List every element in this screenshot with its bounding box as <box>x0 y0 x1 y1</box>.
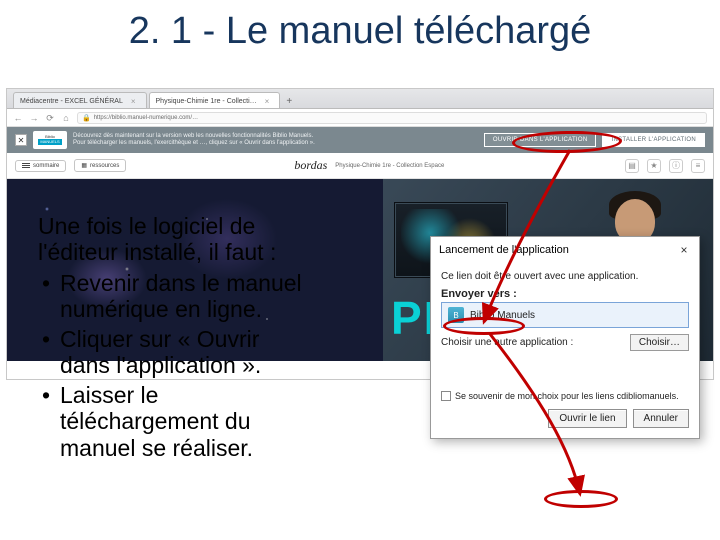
launch-app-dialog: Lancement de l'application × Ce lien doi… <box>430 236 700 439</box>
tab-label: Physique-Chimie 1re - Collecti… <box>156 98 257 105</box>
ressources-button[interactable]: ▦ ressources <box>74 159 126 172</box>
slide: 2. 1 - Le manuel téléchargé Médiacentre … <box>0 0 720 540</box>
app-option-biblio[interactable]: B Biblio Manuels <box>441 302 689 328</box>
bullet-item: Laisser le téléchargement du manuel se r… <box>38 382 398 461</box>
publisher-title: bordas <box>294 158 327 173</box>
choose-button[interactable]: Choisir… <box>630 334 689 351</box>
new-tab-button[interactable]: + <box>282 94 296 108</box>
app-name: Biblio Manuels <box>470 310 535 321</box>
dialog-close-button[interactable]: × <box>677 243 691 257</box>
dialog-title: Lancement de l'application <box>439 244 569 256</box>
forward-icon[interactable]: → <box>29 113 39 123</box>
url-field[interactable]: 🔒 https://biblio.manuel-numerique.com/… <box>77 112 707 124</box>
tab-strip: Médiacentre - EXCEL GÉNÉRAL × Physique-C… <box>7 89 713 109</box>
dialog-text: Ce lien doit être ouvert avec une applic… <box>441 271 689 282</box>
browser-tab[interactable]: Physique-Chimie 1re - Collecti… × <box>149 92 281 108</box>
hamburger-icon <box>22 163 30 168</box>
bookmark-icon[interactable]: ★ <box>647 159 661 173</box>
cancel-button[interactable]: Annuler <box>633 409 689 428</box>
menu-icon[interactable]: ≡ <box>691 159 705 173</box>
annotation-oval <box>544 490 618 508</box>
publisher-logo: bordas <box>294 158 327 173</box>
send-to-label: Envoyer vers : <box>441 288 689 300</box>
text-line: l'éditeur installé, il faut : <box>38 239 398 265</box>
url-text: https://biblio.manuel-numerique.com/… <box>94 115 198 121</box>
choose-other-label: Choisir une autre application : <box>441 337 573 348</box>
open-in-app-button[interactable]: OUVRIR DANS L'APPLICATION <box>484 133 597 147</box>
remember-checkbox[interactable] <box>441 391 451 401</box>
toc-icon[interactable]: ▤ <box>625 159 639 173</box>
app-icon: B <box>448 307 464 323</box>
open-link-button[interactable]: Ouvrir le lien <box>548 409 626 428</box>
close-icon[interactable]: × <box>131 97 136 106</box>
info-icon[interactable]: ⓘ <box>669 159 683 173</box>
bullet-item: Revenir dans le manuel numérique en lign… <box>38 270 398 323</box>
banner-text: Découvrez dès maintenant sur la version … <box>73 133 478 147</box>
instruction-text: Une fois le logiciel de l'éditeur instal… <box>38 213 398 464</box>
lock-icon: 🔒 <box>82 114 91 122</box>
tab-label: Médiacentre - EXCEL GÉNÉRAL <box>20 98 123 105</box>
biblio-logo: BiblioMANUELS <box>33 131 67 149</box>
text-line: Une fois le logiciel de <box>38 213 398 239</box>
bullet-item: Cliquer sur « Ouvrir dans l'application … <box>38 326 398 379</box>
reload-icon[interactable]: ⟳ <box>45 113 55 123</box>
install-app-button[interactable]: INSTALLER L'APPLICATION <box>602 133 705 147</box>
back-icon[interactable]: ← <box>13 113 23 123</box>
promo-banner: ✕ BiblioMANUELS Découvrez dès maintenant… <box>7 127 713 153</box>
book-toolbar: sommaire ▦ ressources bordas Physique-Ch… <box>7 153 713 179</box>
remember-label: Se souvenir de mon choix pour les liens … <box>455 391 679 401</box>
home-icon[interactable]: ⌂ <box>61 113 71 123</box>
book-name: Physique-Chimie 1re - Collection Espace <box>335 163 444 169</box>
browser-tab[interactable]: Médiacentre - EXCEL GÉNÉRAL × <box>13 92 147 108</box>
slide-title: 2. 1 - Le manuel téléchargé <box>0 10 720 53</box>
close-icon[interactable]: × <box>265 97 270 106</box>
sommaire-button[interactable]: sommaire <box>15 160 66 172</box>
grid-icon: ▦ <box>81 162 87 169</box>
close-banner-button[interactable]: ✕ <box>15 134 27 146</box>
address-bar: ← → ⟳ ⌂ 🔒 https://biblio.manuel-numeriqu… <box>7 109 713 127</box>
